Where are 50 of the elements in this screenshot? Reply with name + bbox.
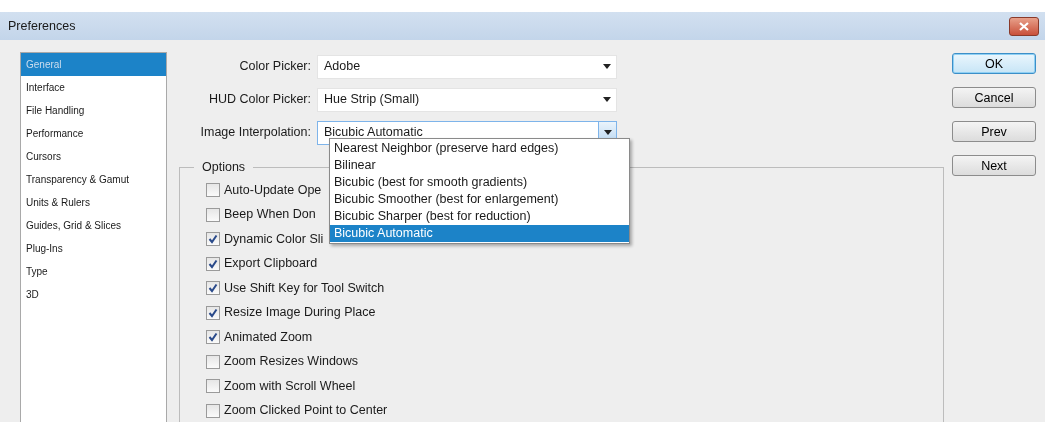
checkbox-label: Zoom Clicked Point to Center <box>224 402 388 420</box>
checkbox-label: Zoom Resizes Windows <box>224 353 359 371</box>
sidebar-item[interactable]: Type <box>21 260 166 283</box>
checkbox[interactable] <box>206 232 220 247</box>
checkbox[interactable] <box>206 305 220 320</box>
sidebar-item[interactable]: 3D <box>21 283 166 306</box>
sidebar-item[interactable]: Interface <box>21 76 166 99</box>
dropdown-field[interactable]: Hue Strip (Small) <box>317 87 617 112</box>
checkbox[interactable] <box>206 256 220 271</box>
window-title: Preferences <box>8 17 76 35</box>
checkbox[interactable] <box>206 403 220 418</box>
sidebar-item[interactable]: Plug-Ins <box>21 237 166 260</box>
field-label: Image Interpolation: <box>199 124 312 142</box>
checkbox-label: Use Shift Key for Tool Switch <box>224 279 385 297</box>
caret-icon <box>603 130 612 135</box>
sidebar-item[interactable]: Performance <box>21 122 166 145</box>
dropdown-option[interactable]: Bicubic Automatic <box>330 225 629 242</box>
checkbox[interactable] <box>206 330 220 345</box>
ok-button[interactable]: OK <box>952 53 1036 74</box>
sidebar-item[interactable]: Cursors <box>21 145 166 168</box>
sidebar-item[interactable]: Transparency & Gamut <box>21 168 166 191</box>
dropdown-option[interactable]: Bicubic (best for smooth gradients) <box>330 174 629 191</box>
checkbox[interactable] <box>206 354 220 369</box>
caret-icon <box>603 97 611 102</box>
checkbox-label: Animated Zoom <box>224 328 313 346</box>
dropdown-field[interactable]: Adobe <box>317 54 617 79</box>
caret-icon <box>603 64 611 69</box>
checkbox-label: Zoom with Scroll Wheel <box>224 377 356 395</box>
checkbox-label: Dynamic Color Sli <box>224 230 324 248</box>
checkbox-label: Export Clipboard <box>224 255 318 273</box>
field-label: Color Picker: <box>238 58 312 76</box>
checkbox-label: Beep When Don <box>224 206 316 224</box>
checkbox[interactable] <box>206 183 220 198</box>
sidebar-item[interactable]: Guides, Grid & Slices <box>21 214 166 237</box>
dialog-button[interactable]: Prev <box>952 121 1036 142</box>
close-icon <box>1019 22 1029 32</box>
dialog-button[interactable]: Next <box>952 155 1036 176</box>
dialog-button[interactable]: Cancel <box>952 87 1036 108</box>
sidebar-item[interactable]: File Handling <box>21 99 166 122</box>
checkbox-label: Resize Image During Place <box>224 304 376 322</box>
close-button[interactable] <box>1009 16 1039 36</box>
field-label: HUD Color Picker: <box>207 91 312 109</box>
checkbox[interactable] <box>206 281 220 296</box>
dropdown-option[interactable]: Bilinear <box>330 157 629 174</box>
sidebar-item[interactable]: Units & Rulers <box>21 191 166 214</box>
checkbox-label: Auto-Update Ope <box>224 181 322 199</box>
dropdown-option[interactable]: Bicubic Smoother (best for enlargement) <box>330 191 629 208</box>
checkbox[interactable] <box>206 207 220 222</box>
dropdown-option[interactable]: Bicubic Sharper (best for reduction) <box>330 208 629 225</box>
checkbox[interactable] <box>206 379 220 394</box>
